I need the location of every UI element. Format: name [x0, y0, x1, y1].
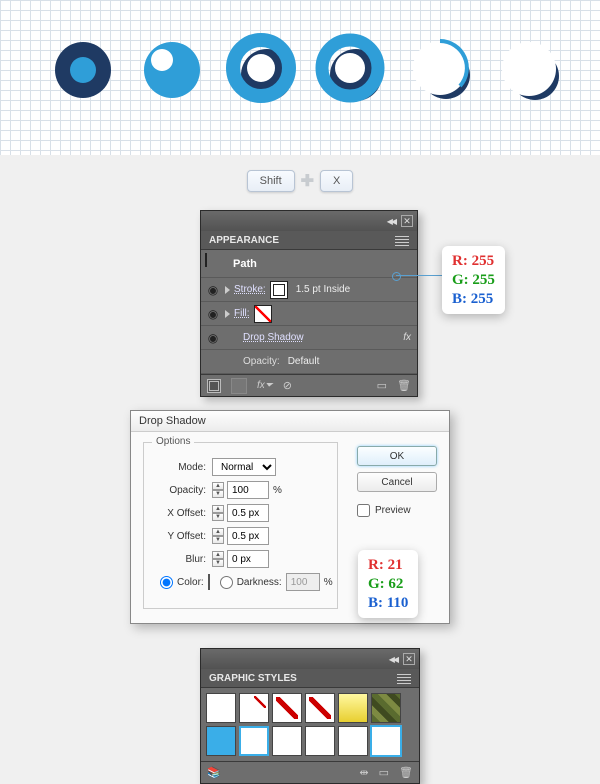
canvas-grid [0, 0, 600, 155]
effect-row[interactable]: ◉ Drop Shadow fx [201, 326, 417, 350]
graphic-style-selected[interactable] [371, 726, 401, 756]
stroke-label[interactable]: Stroke: [234, 284, 266, 295]
trash-icon[interactable]: 🗑 [397, 379, 411, 392]
clear-icon[interactable]: ⊘ [283, 379, 292, 392]
new-art-icon[interactable] [207, 379, 221, 393]
add-stroke-icon[interactable] [231, 378, 247, 394]
yoffset-stepper[interactable]: ▲▼ [212, 528, 224, 544]
key-x: X [320, 170, 353, 192]
graphic-styles-title: GRAPHIC STYLES [209, 673, 297, 684]
darkness-radio[interactable] [220, 576, 233, 589]
graphic-style[interactable] [206, 726, 236, 756]
drop-shadow-link[interactable]: Drop Shadow [243, 332, 304, 343]
shadow-color-swatch[interactable] [208, 574, 210, 590]
graphic-style[interactable] [305, 726, 335, 756]
libraries-icon[interactable]: 📚 [207, 766, 221, 779]
ok-button[interactable]: OK [357, 446, 437, 466]
graphic-style[interactable] [272, 693, 302, 723]
preview-checkbox[interactable] [357, 504, 370, 517]
fill-label[interactable]: Fill: [234, 308, 250, 319]
fill-swatch[interactable] [254, 305, 272, 323]
break-link-icon[interactable]: ⇹ [359, 766, 368, 779]
cancel-button[interactable]: Cancel [357, 472, 437, 492]
collapse-icon[interactable]: ◀◀ [389, 655, 397, 664]
stroke-row[interactable]: ◉ Stroke: 1.5 pt Inside [201, 278, 417, 302]
dialog-title: Drop Shadow [131, 411, 449, 432]
graphic-styles-panel: ◀◀ ✕ GRAPHIC STYLES 📚 ⇹ ▭ 🗑 [200, 648, 420, 784]
callout-connector [396, 275, 442, 276]
graphic-style[interactable] [239, 726, 269, 756]
trash-icon[interactable]: 🗑 [399, 766, 413, 779]
close-icon[interactable]: ✕ [401, 215, 413, 227]
graphic-style[interactable] [338, 726, 368, 756]
color-radio[interactable] [160, 576, 173, 589]
xoffset-field[interactable] [227, 504, 269, 522]
graphic-style[interactable] [338, 693, 368, 723]
visibility-icon[interactable]: ◉ [205, 331, 221, 345]
blur-field[interactable] [227, 550, 269, 568]
graphic-style[interactable] [239, 693, 269, 723]
duplicate-icon[interactable]: ▭ [377, 379, 387, 392]
key-shift: Shift [247, 170, 295, 192]
plus-icon: ✚ [301, 171, 314, 191]
stroke-swatch[interactable] [270, 281, 288, 299]
rgb-stroke-callout: R: 255 G: 255 B: 255 [442, 246, 505, 314]
xoffset-stepper[interactable]: ▲▼ [212, 505, 224, 521]
blur-stepper[interactable]: ▲▼ [212, 551, 224, 567]
opacity-field[interactable] [227, 481, 269, 499]
graphic-style[interactable] [305, 693, 335, 723]
appearance-panel: ◀◀ ✕ APPEARANCE Path ◉ Stroke: 1.5 pt In… [200, 210, 418, 397]
rgb-shadow-callout: R: 21 G: 62 B: 110 [358, 550, 418, 618]
panel-menu-icon[interactable] [395, 236, 409, 246]
yoffset-field[interactable] [227, 527, 269, 545]
opacity-label[interactable]: Opacity: [243, 356, 280, 367]
fx-icon: fx [403, 332, 411, 343]
expand-icon[interactable] [225, 286, 230, 294]
opacity-row[interactable]: ◉ Opacity: Default [201, 350, 417, 374]
stroke-info: 1.5 pt Inside [296, 284, 350, 295]
expand-icon[interactable] [225, 310, 230, 318]
new-style-icon[interactable]: ▭ [379, 766, 389, 779]
fx-button[interactable]: fx⏷ [257, 380, 273, 391]
close-icon[interactable]: ✕ [403, 653, 415, 665]
graphic-style[interactable] [371, 693, 401, 723]
panel-menu-icon[interactable] [397, 674, 411, 684]
visibility-icon[interactable]: ◉ [205, 283, 221, 297]
appearance-title: APPEARANCE [209, 235, 279, 246]
path-row[interactable]: Path [201, 250, 417, 278]
fill-row[interactable]: ◉ Fill: [201, 302, 417, 326]
darkness-field [286, 573, 320, 591]
graphic-style[interactable] [272, 726, 302, 756]
collapse-icon[interactable]: ◀◀ [387, 217, 395, 226]
graphic-style[interactable] [206, 693, 236, 723]
mode-select[interactable]: Normal [212, 458, 276, 476]
options-legend: Options [152, 436, 194, 447]
opacity-stepper[interactable]: ▲▼ [212, 482, 224, 498]
visibility-icon[interactable]: ◉ [205, 307, 221, 321]
